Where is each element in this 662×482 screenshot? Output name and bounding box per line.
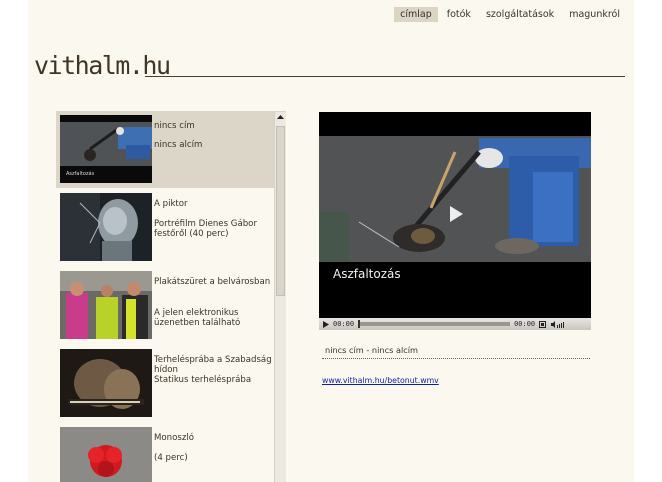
video-caption: nincs cím - nincs alcím xyxy=(325,345,419,355)
video-title: Monoszló xyxy=(154,433,195,443)
video-list-item[interactable]: Terhelésprába a Szabadság hídon Statikus… xyxy=(56,345,286,422)
top-nav: címlap fotók szolgáltatások magunkról xyxy=(394,7,626,22)
video-thumbnail[interactable] xyxy=(60,427,152,482)
scroll-up-arrow[interactable] xyxy=(275,112,286,122)
nav-item-magunkrol[interactable]: magunkról xyxy=(563,7,626,22)
video-subtitle: Portréfilm Dienes Gábor festőről (40 per… xyxy=(154,219,257,239)
video-title: Plakátszüret a belvárosban xyxy=(154,277,271,287)
title-divider xyxy=(145,76,625,77)
video-player[interactable]: Aszfaltozás 00:00 00:00 xyxy=(319,112,591,330)
video-list-item[interactable]: Monoszló (4 perc) xyxy=(56,423,286,482)
video-thumbnail[interactable] xyxy=(60,271,152,339)
video-subtitle: nincs alcím xyxy=(154,140,203,150)
video-thumbnail[interactable]: Aszfaltozás xyxy=(60,115,152,183)
list-scrollbar[interactable] xyxy=(274,112,286,482)
video-list-item[interactable]: Aszfaltozás nincs cím nincs alcím xyxy=(56,111,286,188)
video-title: Terhelésprába a Szabadság hídon xyxy=(154,355,272,375)
nav-item-fotok[interactable]: fotók xyxy=(441,7,477,22)
video-overlay-title: Aszfaltozás xyxy=(333,267,401,281)
play-icon[interactable] xyxy=(319,320,333,328)
video-list: Aszfaltozás nincs cím nincs alcím A pikt… xyxy=(56,111,286,482)
nav-item-cimlap[interactable]: címlap xyxy=(394,7,438,22)
video-title: A piktor xyxy=(154,199,188,209)
page: címlap fotók szolgáltatások magunkról vi… xyxy=(28,0,634,482)
video-list-item[interactable]: Plakátszüret a belvárosban A jelen elekt… xyxy=(56,267,286,344)
video-frame: Aszfaltozás xyxy=(319,112,591,318)
player-controls: 00:00 00:00 xyxy=(319,318,591,330)
video-subtitle: Statikus terhelésprába xyxy=(154,375,252,385)
fullscreen-icon[interactable] xyxy=(535,320,549,328)
volume-icon[interactable] xyxy=(549,320,567,328)
video-thumbnail[interactable] xyxy=(60,193,152,261)
video-title: nincs cím xyxy=(154,121,195,131)
video-file-link[interactable]: www.vithalm.hu/betonut.wmv xyxy=(322,376,439,385)
nav-item-szolgaltatasok[interactable]: szolgáltatások xyxy=(480,7,560,22)
site-logo[interactable]: vithalm.hu xyxy=(34,49,171,83)
video-list-item[interactable]: A piktor Portréfilm Dienes Gábor festőrő… xyxy=(56,189,286,266)
seek-knob[interactable] xyxy=(358,320,361,328)
video-subtitle: A jelen elektronikus üzenetben található xyxy=(154,308,241,328)
video-thumbnail[interactable] xyxy=(60,349,152,417)
thumb-caption: Aszfaltozás xyxy=(66,170,95,177)
time-elapsed: 00:00 xyxy=(333,320,355,328)
time-total: 00:00 xyxy=(514,320,536,328)
scroll-thumb[interactable] xyxy=(276,126,285,296)
seek-bar[interactable] xyxy=(358,320,511,328)
caption-divider xyxy=(322,358,590,359)
video-subtitle: (4 perc) xyxy=(154,453,188,463)
